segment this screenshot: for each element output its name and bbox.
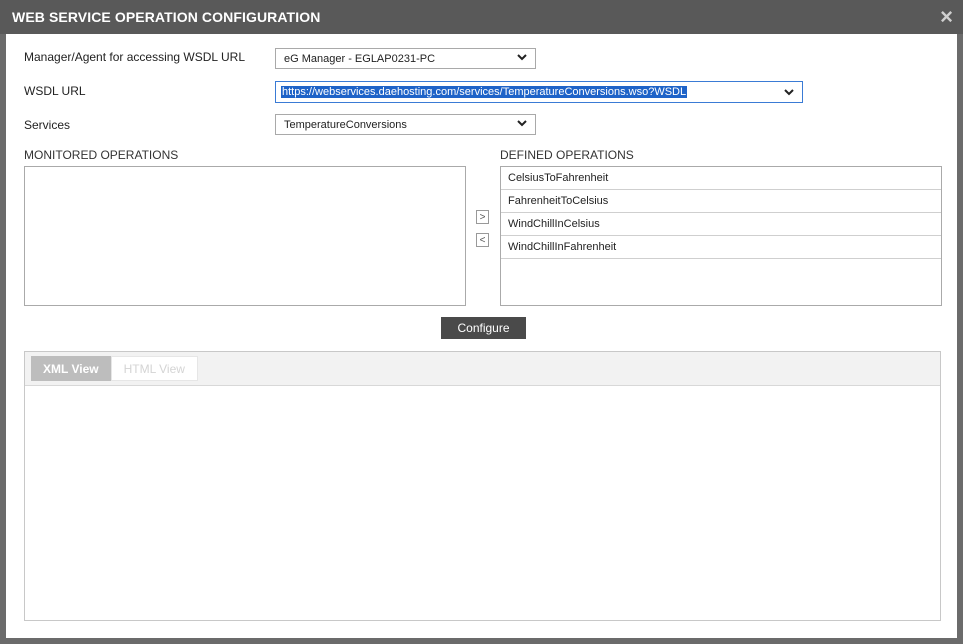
chevron-right-icon: >	[479, 211, 486, 223]
monitored-operations-label: MONITORED OPERATIONS	[24, 148, 179, 162]
defined-operations-list[interactable]: CelsiusToFahrenheit FahrenheitToCelsius …	[500, 166, 942, 306]
monitored-operations-list[interactable]	[24, 166, 466, 306]
view-tabs: XML View HTML View	[25, 352, 940, 386]
dialog-border-bottom	[0, 638, 963, 644]
tab-xml-view[interactable]: XML View	[31, 356, 111, 381]
move-left-button[interactable]: <	[476, 233, 489, 247]
chevron-down-icon	[517, 54, 527, 61]
dialog-titlebar: WEB SERVICE OPERATION CONFIGURATION ×	[0, 0, 963, 34]
close-icon[interactable]: ×	[940, 6, 953, 28]
move-right-button[interactable]: >	[476, 210, 489, 224]
wsdl-url-value: https://webservices.daehosting.com/servi…	[281, 86, 688, 98]
defined-operation-item[interactable]: FahrenheitToCelsius	[501, 190, 941, 213]
services-select-value: TemperatureConversions	[284, 118, 407, 131]
wsdl-label: WSDL URL	[24, 84, 86, 98]
defined-operation-item[interactable]: WindChillInFahrenheit	[501, 236, 941, 259]
dialog-border-right	[957, 34, 963, 644]
web-service-dialog: WEB SERVICE OPERATION CONFIGURATION × Ma…	[0, 0, 963, 644]
view-panel: XML View HTML View	[24, 351, 941, 621]
chevron-down-icon	[517, 120, 527, 127]
manager-select[interactable]: eG Manager - EGLAP0231-PC	[275, 48, 536, 69]
wsdl-url-input[interactable]: https://webservices.daehosting.com/servi…	[275, 81, 803, 103]
chevron-down-icon	[784, 89, 794, 96]
chevron-left-icon: <	[479, 234, 486, 246]
defined-operation-item[interactable]: CelsiusToFahrenheit	[501, 167, 941, 190]
defined-operations-label: DEFINED OPERATIONS	[500, 148, 634, 162]
manager-label: Manager/Agent for accessing WSDL URL	[24, 50, 245, 64]
defined-operation-item[interactable]: WindChillInCelsius	[501, 213, 941, 236]
wsdl-row: WSDL URL	[24, 84, 86, 98]
manager-row: Manager/Agent for accessing WSDL URL	[24, 50, 245, 64]
tab-html-view[interactable]: HTML View	[110, 356, 198, 381]
configure-button[interactable]: Configure	[441, 317, 526, 339]
services-select[interactable]: TemperatureConversions	[275, 114, 536, 135]
view-content-area	[25, 386, 940, 622]
services-row: Services	[24, 118, 70, 132]
services-label: Services	[24, 118, 71, 132]
dialog-title: WEB SERVICE OPERATION CONFIGURATION	[12, 9, 321, 25]
manager-select-value: eG Manager - EGLAP0231-PC	[284, 52, 436, 65]
dialog-border-left	[0, 34, 6, 644]
